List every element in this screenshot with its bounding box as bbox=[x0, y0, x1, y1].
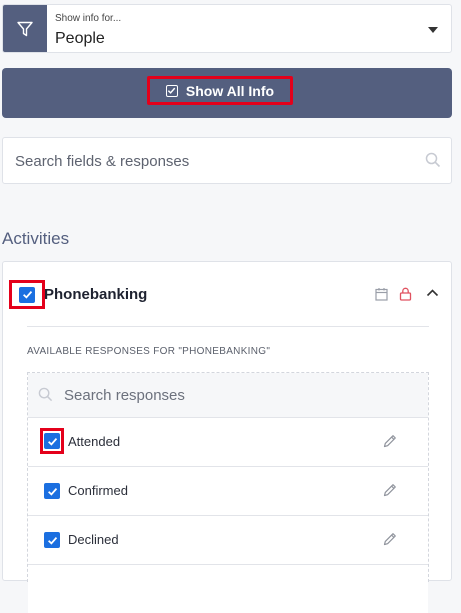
response-row-confirmed[interactable]: Confirmed bbox=[28, 466, 428, 515]
response-row-attended[interactable]: Attended bbox=[28, 417, 428, 466]
chevron-up-icon[interactable] bbox=[426, 288, 439, 298]
check-icon bbox=[47, 487, 57, 496]
search-responses-input[interactable] bbox=[64, 384, 404, 406]
caret-down-icon bbox=[428, 27, 438, 33]
response-label: Confirmed bbox=[68, 483, 128, 498]
response-label: Attended bbox=[68, 434, 121, 449]
pencil-icon[interactable] bbox=[382, 482, 398, 498]
checkbox-outline-icon bbox=[165, 84, 178, 97]
responses-panel: Attended Confirmed Declined bbox=[27, 372, 429, 613]
calendar-icon[interactable] bbox=[375, 287, 388, 301]
filter-icon bbox=[17, 21, 33, 36]
check-icon bbox=[47, 437, 57, 446]
picker-value: People bbox=[55, 30, 105, 47]
response-row-declined[interactable]: Declined bbox=[28, 515, 428, 564]
declined-checkbox[interactable] bbox=[44, 532, 60, 548]
attended-checkbox-highlight[interactable] bbox=[40, 428, 64, 454]
pencil-icon[interactable] bbox=[382, 433, 398, 449]
check-icon bbox=[168, 87, 176, 94]
filter-button[interactable] bbox=[3, 5, 47, 52]
activity-card-phonebanking: Phonebanking AVAILABLE RESPONSES FOR "PH… bbox=[2, 261, 452, 613]
lock-icon[interactable] bbox=[399, 287, 412, 301]
response-row-partial bbox=[28, 564, 428, 613]
activity-title: Phonebanking bbox=[44, 286, 148, 303]
search-icon bbox=[38, 387, 53, 402]
phonebanking-checkbox[interactable] bbox=[19, 286, 35, 303]
search-responses-box bbox=[28, 373, 428, 417]
phonebanking-checkbox-highlight[interactable] bbox=[9, 280, 45, 309]
show-all-info-label: Show All Info bbox=[185, 82, 275, 99]
divider bbox=[27, 326, 429, 327]
search-fields-box bbox=[2, 137, 452, 184]
search-icon bbox=[425, 152, 441, 168]
confirmed-checkbox[interactable] bbox=[44, 483, 60, 499]
check-icon bbox=[22, 291, 32, 299]
show-info-for-select[interactable]: Show info for... People bbox=[2, 4, 452, 53]
show-all-info-button[interactable]: Show All Info bbox=[2, 68, 452, 118]
pencil-icon[interactable] bbox=[382, 531, 398, 547]
section-title-activities: Activities bbox=[2, 229, 70, 248]
search-fields-input[interactable] bbox=[15, 150, 415, 172]
response-label: Declined bbox=[68, 532, 119, 547]
attended-checkbox[interactable] bbox=[44, 433, 60, 449]
check-icon bbox=[47, 536, 57, 545]
available-responses-label: AVAILABLE RESPONSES FOR "PHONEBANKING" bbox=[27, 346, 271, 357]
show-all-info-highlight[interactable]: Show All Info bbox=[147, 76, 293, 105]
picker-caption: Show info for... bbox=[55, 13, 122, 24]
